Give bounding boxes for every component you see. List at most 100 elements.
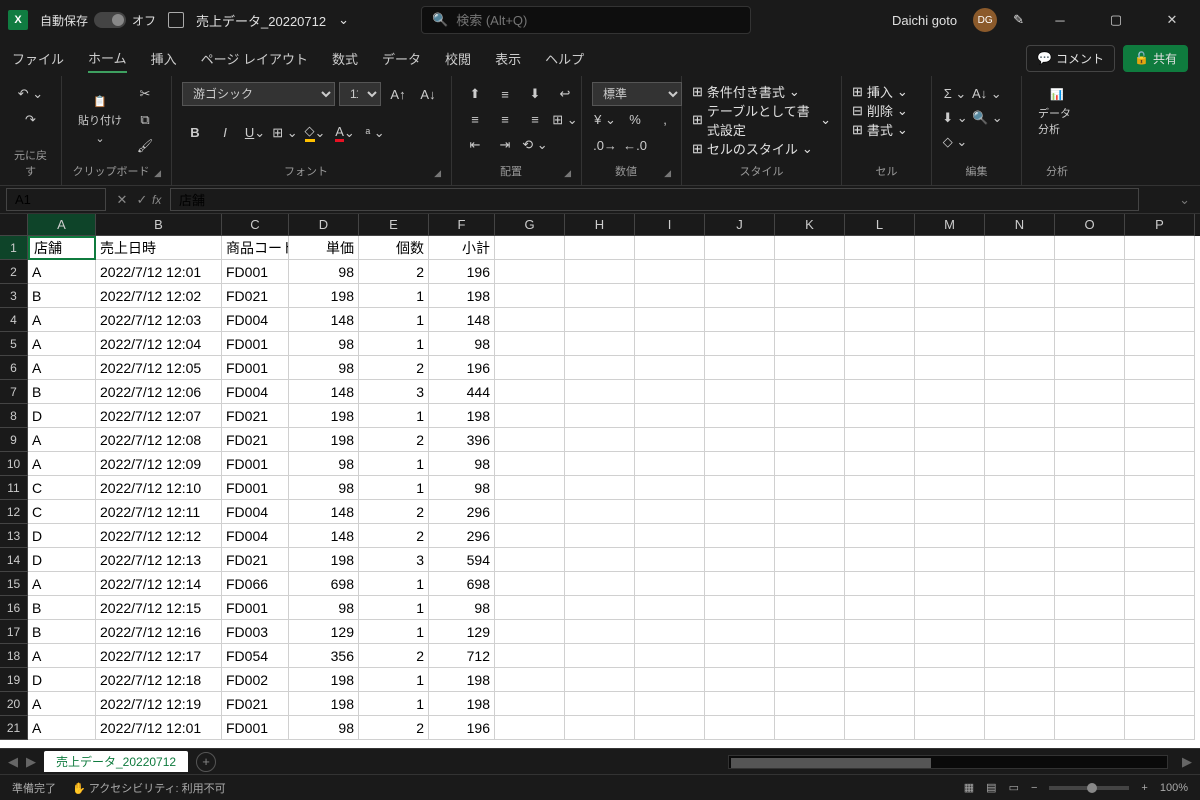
cell[interactable]: 296 [429,524,495,548]
cell[interactable] [635,452,705,476]
font-size-select[interactable]: 11 [339,82,381,106]
cell[interactable]: 2022/7/12 12:15 [96,596,222,620]
cell[interactable] [565,668,635,692]
cell[interactable]: 2022/7/12 12:07 [96,404,222,428]
cell[interactable]: 個数 [359,236,429,260]
cell[interactable] [1125,356,1195,380]
cell[interactable] [1125,452,1195,476]
cell[interactable] [985,404,1055,428]
tab-insert[interactable]: 挿入 [151,45,177,72]
cancel-formula-button[interactable]: ✕ [112,192,132,208]
cell[interactable] [775,572,845,596]
cell[interactable]: FD001 [222,332,289,356]
cell[interactable] [635,620,705,644]
cell[interactable] [705,644,775,668]
cell[interactable] [845,284,915,308]
cell[interactable]: 2 [359,500,429,524]
tab-view[interactable]: 表示 [495,45,521,72]
row-header[interactable]: 8 [0,404,28,428]
cell[interactable]: FD001 [222,476,289,500]
cell[interactable] [915,260,985,284]
cell[interactable] [495,260,565,284]
cell[interactable]: 356 [289,644,359,668]
cell[interactable] [775,500,845,524]
cell[interactable]: 198 [429,692,495,716]
cell[interactable] [565,572,635,596]
cell[interactable] [495,452,565,476]
page-layout-view-button[interactable]: ▤ [986,781,996,794]
cell[interactable] [495,284,565,308]
cell[interactable]: 2022/7/12 12:17 [96,644,222,668]
cell[interactable] [1125,308,1195,332]
column-header[interactable]: I [635,214,705,236]
cell[interactable]: FD021 [222,404,289,428]
column-header[interactable]: H [565,214,635,236]
cell[interactable] [565,620,635,644]
cell[interactable] [1055,404,1125,428]
cell[interactable] [845,236,915,260]
cell[interactable] [985,476,1055,500]
cell[interactable]: FD001 [222,716,289,740]
cell[interactable] [775,476,845,500]
cell[interactable] [635,572,705,596]
cell[interactable] [565,404,635,428]
cell[interactable] [635,236,705,260]
cell[interactable] [1055,716,1125,740]
underline-button[interactable]: U ⌄ [242,121,268,145]
cell[interactable] [915,644,985,668]
column-header[interactable]: F [429,214,495,236]
pen-icon[interactable]: ✎ [1013,12,1024,28]
delete-cells-button[interactable]: ⊟ 削除 ⌄ [852,101,921,120]
cell[interactable] [1125,692,1195,716]
cell[interactable] [565,716,635,740]
cell[interactable]: C [28,500,96,524]
cell[interactable] [915,428,985,452]
cell[interactable] [495,572,565,596]
cell[interactable] [845,428,915,452]
avatar[interactable]: DG [973,8,997,32]
cell[interactable] [985,428,1055,452]
cell[interactable] [705,596,775,620]
cell[interactable] [775,644,845,668]
cell[interactable] [1125,644,1195,668]
cell[interactable] [495,380,565,404]
cell[interactable] [1125,380,1195,404]
row-header[interactable]: 11 [0,476,28,500]
cell[interactable] [1055,236,1125,260]
cell[interactable] [845,596,915,620]
search-box[interactable]: 🔍 [421,6,751,34]
scroll-right-button[interactable]: ▶ [1182,754,1192,770]
cell[interactable] [845,692,915,716]
cell[interactable] [705,356,775,380]
redo-button[interactable]: ↷ [10,108,51,132]
align-left-button[interactable]: ≡ [462,108,488,132]
zoom-slider[interactable] [1049,786,1129,790]
prev-sheet-button[interactable]: ◀ [8,754,18,770]
cell[interactable] [845,308,915,332]
cell[interactable]: 単価 [289,236,359,260]
copy-button[interactable]: ⧉ [132,108,158,132]
border-button[interactable]: ⊞ ⌄ [272,121,298,145]
cell[interactable]: 2022/7/12 12:03 [96,308,222,332]
cell[interactable] [775,404,845,428]
cell[interactable]: 2 [359,260,429,284]
cell[interactable]: 198 [289,284,359,308]
cut-button[interactable]: ✂ [132,82,158,106]
cell[interactable] [915,236,985,260]
cell[interactable]: 3 [359,548,429,572]
cell[interactable] [495,428,565,452]
cell[interactable]: 148 [289,380,359,404]
cell[interactable]: 129 [289,620,359,644]
row-header[interactable]: 1 [0,236,28,260]
tab-layout[interactable]: ページ レイアウト [201,45,308,72]
row-header[interactable]: 7 [0,380,28,404]
indent-increase-button[interactable]: ⇥ [492,133,518,157]
cell[interactable]: 98 [429,596,495,620]
cell[interactable]: 2022/7/12 12:02 [96,284,222,308]
fx-icon[interactable]: fx [152,193,170,207]
cell[interactable] [565,476,635,500]
cell[interactable]: FD021 [222,284,289,308]
italic-button[interactable]: I [212,121,238,145]
cell[interactable] [915,524,985,548]
cell[interactable]: 1 [359,620,429,644]
